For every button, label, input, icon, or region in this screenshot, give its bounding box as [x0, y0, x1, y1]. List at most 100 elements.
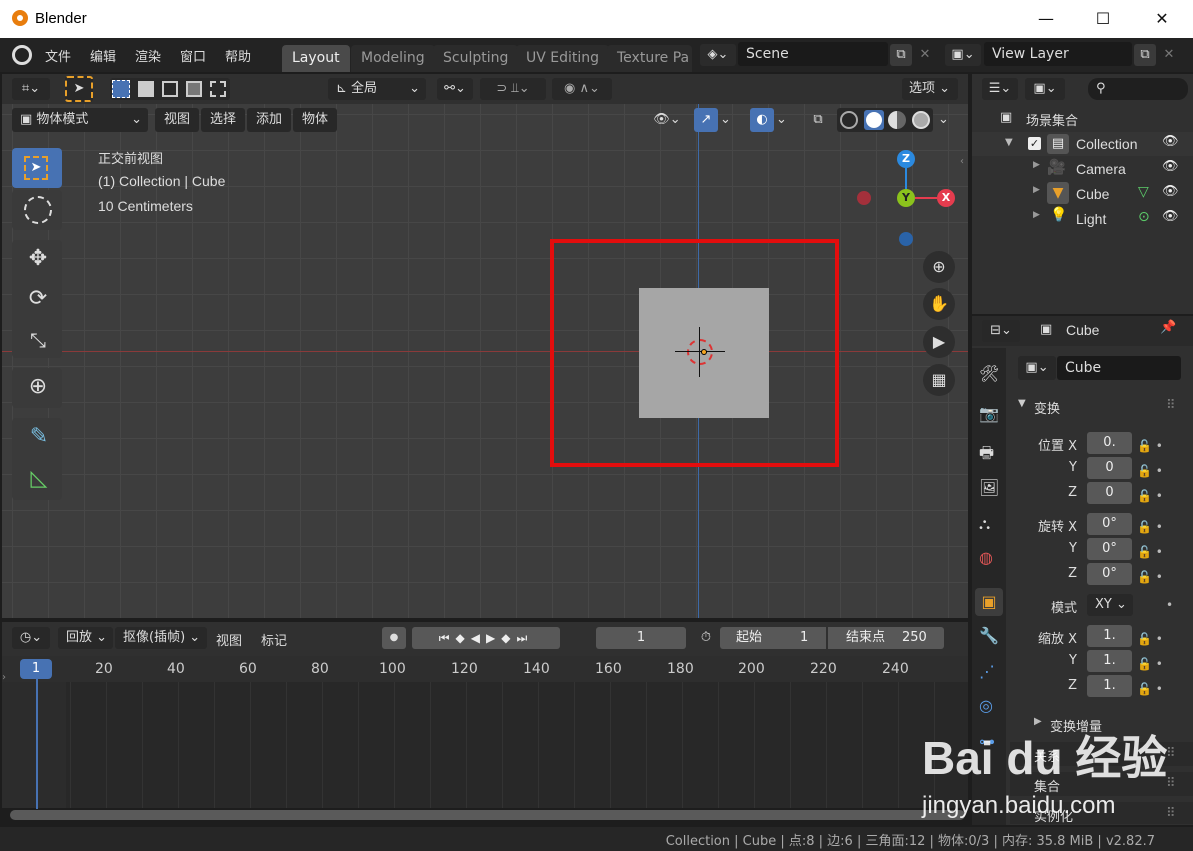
- shading-dropdown-icon[interactable]: ⌄: [938, 108, 956, 132]
- tab-sculpting[interactable]: Sculpting: [433, 45, 519, 72]
- outliner-search-input[interactable]: ⚲: [1088, 78, 1188, 100]
- overlay-dropdown-icon[interactable]: ⌄: [776, 108, 794, 132]
- transform-section-title[interactable]: 变换: [1034, 398, 1060, 417]
- select-menu[interactable]: 选择: [201, 108, 245, 132]
- lock-icons-location[interactable]: 🔓 • 🔓 • 🔓 •: [1137, 434, 1177, 509]
- expand-arrow-icon[interactable]: ▶: [1033, 160, 1040, 170]
- cursor-tool[interactable]: [12, 190, 62, 230]
- xray-icon[interactable]: ⧉: [806, 108, 830, 132]
- select-mode-buttons[interactable]: [110, 78, 230, 100]
- record-icon[interactable]: ●: [382, 627, 406, 649]
- menu-help[interactable]: 帮助: [225, 46, 251, 65]
- zoom-icon[interactable]: ⊕: [923, 251, 955, 283]
- scene-tab-icon[interactable]: ⛬: [979, 514, 990, 534]
- menu-edit[interactable]: 编辑: [90, 46, 116, 65]
- menu-render[interactable]: 渲染: [135, 46, 161, 65]
- tab-uv-editing[interactable]: UV Editing: [516, 45, 610, 72]
- timeline-marker-menu[interactable]: 标记: [261, 630, 287, 649]
- playback-menu[interactable]: 回放 ⌄: [58, 627, 113, 649]
- menu-file[interactable]: 文件: [45, 46, 71, 65]
- blender-menu-icon[interactable]: [12, 45, 32, 65]
- gizmo-y-axis[interactable]: Y: [897, 189, 915, 207]
- pin-icon[interactable]: 📌: [1160, 320, 1176, 335]
- object-data-selector-icon[interactable]: ▣⌄: [1018, 356, 1056, 380]
- playhead-frame-badge[interactable]: 1: [20, 659, 52, 679]
- view-layer-field[interactable]: View Layer: [984, 42, 1132, 66]
- delete-scene-icon[interactable]: ✕: [914, 44, 936, 66]
- playback-controls[interactable]: ⏮◆◀▶◆⏭: [412, 627, 560, 649]
- location-y-field[interactable]: 0: [1087, 457, 1132, 479]
- rotation-z-field[interactable]: 0°: [1087, 563, 1132, 585]
- view-layer-tab-icon[interactable]: 🖼: [979, 478, 999, 497]
- mesh-data-icon[interactable]: ▽: [1138, 184, 1149, 200]
- scene-name-field[interactable]: Scene: [738, 42, 888, 66]
- outliner-item-light[interactable]: Light: [1076, 211, 1106, 227]
- gizmo-toggle-icon[interactable]: ↗: [694, 108, 718, 132]
- select-box-tool[interactable]: ➤: [12, 148, 62, 188]
- gizmo-x-axis[interactable]: X: [937, 189, 955, 207]
- lock-icons-rotation[interactable]: 🔓 • 🔓 • 🔓 •: [1137, 515, 1177, 590]
- gizmo-neg-z[interactable]: [899, 232, 913, 246]
- world-tab-icon[interactable]: ◍: [979, 548, 993, 567]
- view-menu[interactable]: 视图: [155, 108, 199, 132]
- mode-dropdown[interactable]: ▣ 物体模式 ⌄: [12, 108, 148, 132]
- output-tab-icon[interactable]: 🖶: [979, 442, 994, 469]
- minimize-button[interactable]: —: [1031, 8, 1061, 30]
- select-tool-icon[interactable]: ➤: [65, 76, 93, 102]
- modifier-tab-icon[interactable]: 🔧: [979, 626, 999, 645]
- ortho-grid-icon[interactable]: ▦: [923, 364, 955, 396]
- scale-y-field[interactable]: 1.: [1087, 650, 1132, 672]
- end-frame-field[interactable]: 结束点 250: [828, 627, 944, 649]
- snap-icon[interactable]: ⊃ ⫫⌄: [480, 78, 546, 100]
- menu-window[interactable]: 窗口: [180, 46, 206, 65]
- object-menu[interactable]: 物体: [293, 108, 337, 132]
- drag-handle-icon[interactable]: ⠿: [1166, 398, 1176, 413]
- rotate-icon[interactable]: ⟳: [24, 286, 52, 314]
- tab-texture-paint[interactable]: Texture Pa: [607, 45, 692, 72]
- scale-z-field[interactable]: 1.: [1087, 675, 1132, 697]
- material-shading-icon[interactable]: [888, 111, 906, 129]
- eye-icon[interactable]: 👁: [1162, 159, 1179, 174]
- tab-modeling[interactable]: Modeling: [351, 45, 435, 72]
- outliner-item-camera[interactable]: Camera: [1076, 161, 1126, 177]
- lock-icons-scale[interactable]: 🔓 • 🔓 • 🔓 •: [1137, 627, 1177, 702]
- annotate-icon[interactable]: ✎: [24, 424, 54, 452]
- collection-checkbox[interactable]: ✓: [1028, 137, 1041, 150]
- outliner-item-cube[interactable]: Cube: [1076, 186, 1109, 202]
- view-layer-selector-icon[interactable]: ▣⌄: [945, 44, 981, 66]
- shading-buttons[interactable]: [837, 108, 933, 132]
- measure-icon[interactable]: ◺: [24, 466, 54, 494]
- rotation-x-field[interactable]: 0°: [1087, 513, 1132, 535]
- rotation-mode-dropdown[interactable]: XY ⌄: [1087, 594, 1133, 616]
- gizmo-neg-x[interactable]: [857, 191, 871, 205]
- expand-arrow-icon[interactable]: ▶: [1033, 210, 1040, 220]
- scale-icon[interactable]: ⤡: [24, 328, 52, 356]
- location-x-field[interactable]: 0.: [1087, 432, 1132, 454]
- eye-icon[interactable]: 👁: [1162, 209, 1179, 224]
- object-name-field[interactable]: Cube: [1057, 356, 1181, 380]
- move-icon[interactable]: ✥: [24, 246, 52, 274]
- select-subtract-icon[interactable]: [162, 81, 178, 97]
- tab-layout[interactable]: Layout: [282, 45, 350, 72]
- stopwatch-icon[interactable]: ⏱: [694, 627, 718, 649]
- eye-icon[interactable]: 👁: [1162, 184, 1179, 199]
- close-button[interactable]: ✕: [1147, 8, 1177, 30]
- gizmo-dropdown-icon[interactable]: ⌄: [720, 108, 738, 132]
- pivot-point-icon[interactable]: ⚯⌄: [437, 78, 473, 100]
- rotation-y-field[interactable]: 0°: [1087, 538, 1132, 560]
- options-dropdown[interactable]: 选项 ⌄: [902, 78, 958, 100]
- light-data-icon[interactable]: ⊙: [1138, 209, 1150, 225]
- proportional-edit-icon[interactable]: ◉ ∧⌄: [552, 78, 612, 100]
- scale-x-field[interactable]: 1.: [1087, 625, 1132, 647]
- keying-menu[interactable]: 抠像(插帧) ⌄: [115, 627, 207, 649]
- start-frame-field[interactable]: 起始 1: [720, 627, 826, 649]
- timeline-scrollbar[interactable]: [10, 810, 965, 820]
- rendered-shading-icon[interactable]: [912, 111, 930, 129]
- eye-icon[interactable]: 👁: [1162, 134, 1179, 149]
- expand-arrow-icon[interactable]: ▼: [1005, 137, 1013, 148]
- timeline-editor-type-icon[interactable]: ◷⌄: [12, 627, 50, 649]
- overlay-toggle-icon[interactable]: ◐: [750, 108, 774, 132]
- editor-type-icon[interactable]: ⌗⌄: [12, 78, 50, 100]
- select-set-icon[interactable]: [112, 80, 130, 98]
- new-view-layer-icon[interactable]: ⧉: [1134, 44, 1156, 66]
